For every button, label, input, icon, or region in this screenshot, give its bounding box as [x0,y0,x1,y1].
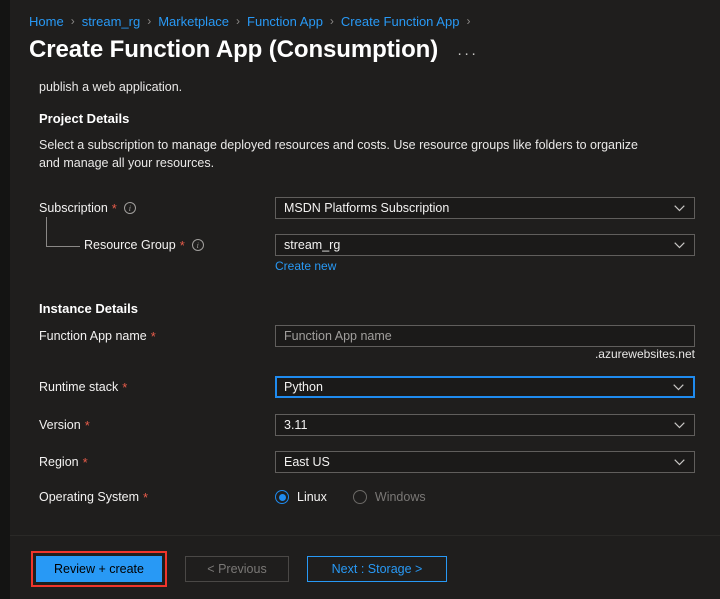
page-title: Create Function App (Consumption) [29,36,439,63]
operating-system-label: Operating System * [39,490,148,505]
required-marker: * [84,417,90,433]
info-icon[interactable]: i [191,239,204,251]
region-label-text: Region [39,455,79,469]
project-details-description: Select a subscription to manage deployed… [39,138,638,171]
runtime-stack-label-text: Runtime stack [39,380,119,394]
footer-action-bar: Review + create < Previous Next : Storag… [10,535,720,599]
required-marker: * [179,237,185,253]
breadcrumb-item-marketplace[interactable]: Marketplace [158,14,229,29]
intro-text: publish a web application. [39,80,183,94]
region-control: East US [275,451,695,473]
create-new-control: Create new [275,257,695,275]
radio-option-windows[interactable]: Windows [352,490,426,504]
region-label: Region * [39,455,88,470]
next-storage-button[interactable]: Next : Storage > [307,556,447,582]
instance-details-heading: Instance Details [39,301,138,316]
version-control: 3.11 [275,414,695,436]
runtime-stack-row: Runtime stack * Python [39,376,699,398]
radio-option-linux[interactable]: Linux [275,490,327,504]
breadcrumb-separator-icon: › [147,14,152,28]
chevron-down-icon [674,418,685,432]
chevron-down-icon [673,380,684,394]
resource-group-label-text: Resource Group [84,238,176,252]
breadcrumb-separator-icon: › [236,14,241,28]
function-app-name-label: Function App name * [39,329,156,344]
runtime-stack-value: Python [284,380,323,394]
region-row: Region * East US [39,451,699,473]
required-marker: * [122,379,128,395]
operating-system-label-text: Operating System [39,490,140,504]
subscription-value: MSDN Platforms Subscription [284,201,450,215]
runtime-stack-label: Runtime stack * [39,380,127,395]
project-details-heading: Project Details [39,111,130,126]
subscription-control: MSDN Platforms Subscription [275,197,695,219]
review-create-button[interactable]: Review + create [36,556,162,582]
chevron-down-icon [674,238,685,252]
page-content: Home › stream_rg › Marketplace › Functio… [10,0,720,535]
radio-unselected-icon [352,490,367,504]
breadcrumb: Home › stream_rg › Marketplace › Functio… [10,0,720,30]
function-app-suffix-control: .azurewebsites.net [275,347,695,361]
function-app-name-row: Function App name * Function App name [39,325,699,347]
radio-label-windows: Windows [374,490,426,504]
subscription-select[interactable]: MSDN Platforms Subscription [275,197,695,219]
resource-group-select[interactable]: stream_rg [275,234,695,256]
version-label-text: Version [39,418,81,432]
title-row: Create Function App (Consumption) ··· [10,30,720,64]
version-label: Version * [39,418,90,433]
resource-group-value: stream_rg [284,238,341,252]
required-marker: * [111,200,117,216]
create-new-resource-group-link[interactable]: Create new [275,259,336,273]
function-app-name-label-text: Function App name [39,329,147,343]
region-value: East US [284,455,330,469]
breadcrumb-item-function-app[interactable]: Function App [247,14,323,29]
breadcrumb-item-home[interactable]: Home [29,14,64,29]
function-app-name-control: Function App name [275,325,695,347]
required-marker: * [143,489,149,505]
instance-details-heading-wrap: Instance Details [39,300,138,318]
breadcrumb-item-stream-rg[interactable]: stream_rg [82,14,141,29]
radio-selected-icon [275,490,289,504]
left-edge-strip [0,0,10,599]
required-marker: * [150,328,156,344]
function-app-suffix-row: .azurewebsites.net [39,346,699,362]
radio-label-linux: Linux [297,490,327,504]
chevron-down-icon [674,201,685,215]
breadcrumb-separator-icon: › [466,14,471,28]
more-options-icon[interactable]: ··· [457,45,478,62]
resource-group-control: stream_rg [275,234,695,256]
azure-create-function-app-page: Home › stream_rg › Marketplace › Functio… [0,0,720,599]
function-app-name-input[interactable]: Function App name [275,325,695,347]
operating-system-radio-group: Linux Windows [275,490,695,504]
version-value: 3.11 [284,418,308,432]
region-select[interactable]: East US [275,451,695,473]
breadcrumb-separator-icon: › [329,14,334,28]
create-new-row: Create new [39,258,699,274]
previous-button[interactable]: < Previous [185,556,289,582]
subscription-row: Subscription * i MSDN Platforms Subscrip… [39,197,699,219]
chevron-down-icon [674,455,685,469]
resource-group-row: Resource Group * i stream_rg [39,234,699,256]
radio-dot [278,493,286,501]
version-row: Version * 3.11 [39,414,699,436]
subscription-label-text: Subscription [39,201,108,215]
operating-system-control: Linux Windows [275,490,695,504]
info-icon[interactable]: i [123,202,136,214]
review-create-highlight-annotation: Review + create [31,551,167,587]
runtime-stack-select[interactable]: Python [275,376,695,398]
footer-buttons: Review + create < Previous Next : Storag… [10,536,720,587]
subscription-label: Subscription * i [39,201,136,216]
version-select[interactable]: 3.11 [275,414,695,436]
operating-system-row: Operating System * Linux Windows [39,486,699,508]
runtime-stack-control: Python [275,376,695,398]
breadcrumb-item-create-function-app[interactable]: Create Function App [341,14,460,29]
breadcrumb-separator-icon: › [70,14,75,28]
azurewebsites-suffix: .azurewebsites.net [594,347,695,361]
required-marker: * [82,454,88,470]
resource-group-label: Resource Group * i [84,238,204,253]
